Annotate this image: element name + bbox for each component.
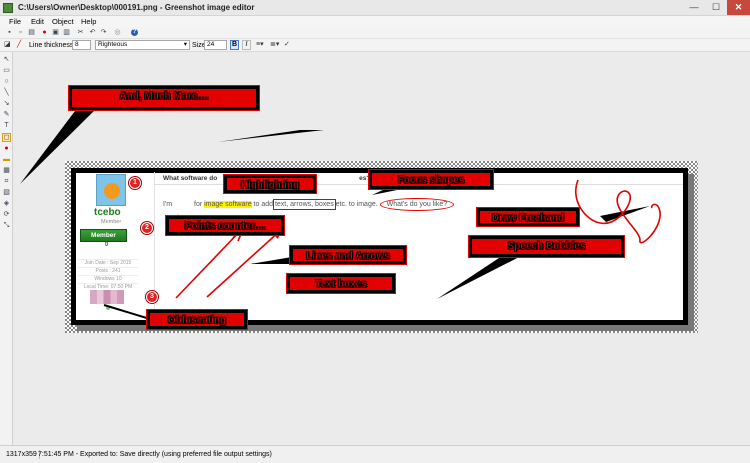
callout-text: Speech Bubbles <box>507 241 586 252</box>
confirm-icon[interactable]: ✓ <box>284 41 290 49</box>
italic-button[interactable]: I <box>242 40 251 50</box>
obfuscated-area <box>90 290 124 304</box>
post-text-start: I'm <box>163 201 175 208</box>
shapes-icon[interactable]: ◈ <box>3 200 10 207</box>
bold-button[interactable]: B <box>230 40 239 50</box>
image-icon[interactable]: ▧ <box>3 189 10 196</box>
cut-icon[interactable]: ✂ <box>77 29 84 36</box>
post-text-for: for <box>192 201 205 208</box>
callout-text: Text boxes <box>315 279 367 290</box>
callout-lines-and-arrows[interactable]: Lines and Arrows <box>289 245 407 265</box>
save-icon[interactable]: ▪ <box>6 29 13 36</box>
post-body: I'm for image software to add text, arro… <box>163 198 455 211</box>
font-select[interactable]: Righteous ▾ <box>95 40 190 50</box>
resize-icon[interactable]: ⤡ <box>3 222 10 229</box>
member-badge: Member <box>80 229 127 242</box>
greenshot-app-icon <box>3 3 13 13</box>
freehand-icon[interactable]: ✎ <box>3 111 10 118</box>
maximize-button[interactable]: ☐ <box>705 0 727 15</box>
counter-badge-3: 3 <box>146 291 158 303</box>
cursor-icon[interactable]: ↖ <box>3 56 10 63</box>
print-icon[interactable]: ▤ <box>28 29 35 36</box>
user-title: Member <box>101 219 122 225</box>
callout-highlighting[interactable]: Highlighting <box>223 174 317 194</box>
callout-text: Obfuscating <box>167 315 227 326</box>
callout-points-counter[interactable]: Points counter.... <box>165 215 285 236</box>
redo-icon[interactable]: ↷ <box>100 29 107 36</box>
callout-text: Points counter.... <box>184 221 266 232</box>
copy-icon[interactable]: ▥ <box>63 29 70 36</box>
upload-icon[interactable]: ▣ <box>52 29 59 36</box>
rectangle-icon[interactable]: ▭ <box>3 67 10 74</box>
callout-obfuscating[interactable]: Obfuscating <box>146 309 248 330</box>
callout-text: Draw Freehand <box>491 213 565 224</box>
callout-draw-freehand[interactable]: Draw Freehand <box>476 207 580 227</box>
counter-badge-2: 2 <box>141 222 153 234</box>
window-title: C:\Users\Owner\Desktop\000191.png - Gree… <box>18 3 255 12</box>
callout-text: Lines and Arrows <box>306 251 390 262</box>
focus-box-text: text, arrows, boxes <box>272 199 336 210</box>
callout-speech-bubbles[interactable]: Speech Bubbles <box>468 235 625 258</box>
close-button[interactable]: ✕ <box>727 0 750 15</box>
close-image-icon[interactable]: ● <box>41 29 48 36</box>
os-info: Windows 10 <box>78 275 138 282</box>
counter-icon[interactable]: ● <box>3 145 10 152</box>
ellipse-text: What's do you like? <box>379 198 455 211</box>
menu-edit[interactable]: Edit <box>31 16 44 27</box>
line-color-icon[interactable]: ◪ <box>4 41 11 49</box>
username: tcebo <box>94 207 121 218</box>
callout-and-much-more[interactable]: And, Much More.... <box>68 85 260 111</box>
menu-file[interactable]: File <box>9 16 21 27</box>
image-dimensions: 1317x359 <box>4 450 40 459</box>
thread-title-start: What software do <box>163 175 218 182</box>
local-time: Local Time: 07:50 PM <box>78 283 138 290</box>
main-toolbar: ▪ ▫ ▤ ● ▣ ▥ ✂ ↶ ↷ ◎ ? <box>0 27 750 39</box>
menu-help[interactable]: Help <box>81 16 96 27</box>
status-bar: 1317x359 7:51:45 PM - Exported to: Save … <box>0 445 750 463</box>
valign-icon[interactable]: ≣▾ <box>270 41 279 49</box>
highlighted-text: image software <box>204 201 252 208</box>
title-bar: C:\Users\Owner\Desktop\000191.png - Gree… <box>0 0 750 16</box>
arrow-icon[interactable]: ↘ <box>3 100 10 107</box>
rotate-icon[interactable]: ⟳ <box>3 211 10 218</box>
status-message: 7:51:45 PM - Exported to: Save directly … <box>38 451 272 458</box>
join-date: Join Date : Sep 2015 <box>78 259 138 266</box>
menu-object[interactable]: Object <box>52 16 74 27</box>
line-icon[interactable]: ╲ <box>3 89 10 96</box>
speech-bubble-icon[interactable]: ◻ <box>2 133 11 142</box>
menu-bar: File Edit Object Help <box>0 16 750 27</box>
ellipse-icon[interactable]: ○ <box>3 78 10 85</box>
font-select-value: Righteous <box>98 41 128 48</box>
callout-focus-shapes[interactable]: Focus shapes <box>368 169 494 190</box>
chevron-down-icon: ▾ <box>183 41 187 48</box>
avatar-cat-icon <box>104 183 120 199</box>
counter-badge-1: 1 <box>129 177 141 189</box>
settings-icon[interactable]: ◎ <box>114 29 121 36</box>
callout-text: Focus shapes <box>397 175 465 186</box>
help-icon[interactable]: ? <box>131 29 138 36</box>
post-text-add: to add <box>251 201 275 208</box>
crop-icon[interactable]: ⌗ <box>3 178 10 185</box>
align-icon[interactable]: ≡▾ <box>256 41 264 49</box>
minimize-button[interactable]: — <box>683 0 705 15</box>
callout-text: Highlighting <box>240 180 300 191</box>
undo-icon[interactable]: ↶ <box>89 29 96 36</box>
clipboard-icon[interactable]: ▫ <box>17 29 24 36</box>
font-size-input[interactable]: 24 <box>204 40 227 50</box>
obfuscate-icon[interactable]: ▦ <box>3 167 10 174</box>
reputation-count: 0 <box>105 242 109 248</box>
pen-icon[interactable]: ╱ <box>17 41 21 49</box>
line-thickness-input[interactable]: 8 <box>72 40 91 50</box>
callout-text: And, Much More.... <box>119 91 209 102</box>
text-icon[interactable]: T <box>3 122 10 129</box>
avatar <box>96 174 126 206</box>
online-status-icon <box>106 306 110 310</box>
line-thickness-label: Line thickness <box>29 42 74 49</box>
callout-text-boxes[interactable]: Text boxes <box>286 273 396 294</box>
post-count: Posts : 241 <box>78 267 138 274</box>
drawing-tools-sidebar: ↖ ▭ ○ ╲ ↘ ✎ T ◻ ● ▬ ▦ ⌗ ▧ ◈ ⟳ ⤡ <box>0 52 13 445</box>
post-text-etc: etc. to image. <box>333 201 380 208</box>
properties-bar: ◪ ╱ Line thickness 8 Righteous ▾ Size 24… <box>0 39 750 52</box>
highlight-icon[interactable]: ▬ <box>3 156 10 163</box>
